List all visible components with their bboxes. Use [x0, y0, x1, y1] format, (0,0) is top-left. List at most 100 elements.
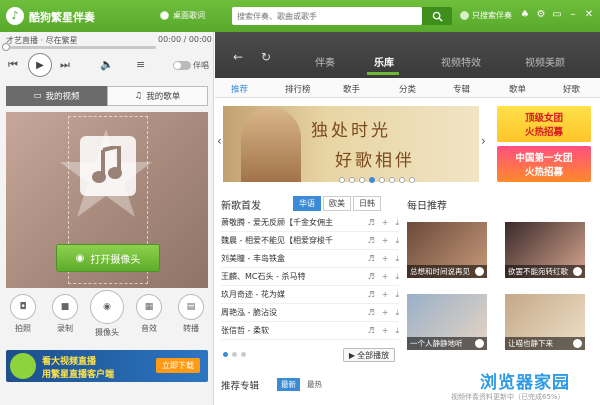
- refresh-icon[interactable]: ↻: [261, 50, 271, 64]
- tab-my-videos[interactable]: ▭ 我的视频: [6, 86, 107, 106]
- tool-photo[interactable]: ◘ 拍照: [6, 294, 40, 342]
- list-item[interactable]: 张信哲 - 柔软 ♬ + ⤓: [221, 322, 399, 340]
- download-icon[interactable]: ⤓: [395, 290, 399, 300]
- headphones-icon[interactable]: ♬: [368, 236, 375, 246]
- play-icon[interactable]: [573, 339, 582, 348]
- volume-icon[interactable]: 🔈: [100, 58, 114, 71]
- equalizer-icon[interactable]: ≡: [136, 58, 145, 71]
- headphones-icon[interactable]: ♬: [368, 254, 375, 264]
- settings-icon[interactable]: ⚙: [536, 8, 546, 22]
- headphones-icon[interactable]: ♬: [368, 218, 375, 228]
- minimize-icon[interactable]: ▭: [552, 8, 562, 22]
- tab-music-library[interactable]: 乐库: [374, 54, 394, 69]
- add-icon[interactable]: +: [382, 218, 389, 228]
- download-icon[interactable]: ⤓: [395, 236, 399, 246]
- tool-record[interactable]: ■ 录制: [48, 294, 82, 342]
- category-playlists[interactable]: 歌单: [509, 83, 526, 95]
- list-item[interactable]: 玖月奇迹 - 花为媒 ♬ + ⤓: [221, 286, 399, 304]
- list-item[interactable]: 刘美瞳 - 丰岛铁盒 ♬ + ⤓: [221, 250, 399, 268]
- tab-video-beauty[interactable]: 视频美颜: [525, 54, 565, 69]
- desk-lyrics-toggle[interactable]: 桌面歌词: [160, 10, 205, 21]
- category-singers[interactable]: 歌手: [343, 83, 360, 95]
- search-button[interactable]: [422, 7, 452, 25]
- play-icon[interactable]: [475, 267, 484, 276]
- download-icon[interactable]: ⤓: [395, 272, 399, 282]
- tab-accompaniment[interactable]: 伴奏: [315, 54, 335, 69]
- play-all-button[interactable]: ▶ 全部播放: [343, 348, 395, 362]
- pager-dot[interactable]: [223, 352, 228, 357]
- carousel-dot[interactable]: [359, 177, 365, 183]
- play-icon[interactable]: [573, 267, 582, 276]
- carousel-dot[interactable]: [349, 177, 355, 183]
- search-input[interactable]: [232, 7, 422, 25]
- headphones-icon[interactable]: ♬: [368, 308, 375, 318]
- download-icon[interactable]: ⤓: [395, 326, 399, 336]
- category-good-songs[interactable]: 好歌: [563, 83, 580, 95]
- download-icon[interactable]: ⤓: [395, 254, 399, 264]
- progress-knob[interactable]: [2, 43, 10, 51]
- add-icon[interactable]: +: [382, 236, 389, 246]
- carousel-dot[interactable]: [409, 177, 415, 183]
- category-genres[interactable]: 分类: [399, 83, 416, 95]
- tool-webcam[interactable]: ◉ 摄像头: [90, 290, 124, 342]
- headphones-icon[interactable]: ♬: [368, 272, 375, 282]
- carousel-dot[interactable]: [369, 177, 375, 183]
- carousel-prev-icon[interactable]: ‹: [217, 134, 222, 148]
- shirt-icon[interactable]: ♠: [520, 8, 530, 22]
- daily-card[interactable]: 欲罢不能宛转红歌: [505, 222, 585, 278]
- back-arrow-icon[interactable]: ←: [233, 50, 243, 64]
- carousel-dot[interactable]: [389, 177, 395, 183]
- tab-western[interactable]: 欧美: [323, 196, 351, 211]
- tab-hottest[interactable]: 最热: [303, 378, 326, 391]
- next-icon[interactable]: ⏭: [60, 58, 70, 72]
- list-item[interactable]: 魏晨 - 相爱不能见【相爱穿梭千 ♬ + ⤓: [221, 232, 399, 250]
- download-now-button[interactable]: 立即下载: [156, 358, 200, 373]
- tab-japan-korea[interactable]: 日韩: [353, 196, 381, 211]
- promo-girl-group-1[interactable]: 顶级女团 火热招募: [497, 106, 591, 142]
- daily-card[interactable]: 让喵也静下来: [505, 294, 585, 350]
- tool-sound-effect[interactable]: ▦ 音效: [132, 294, 166, 342]
- only-search-accompaniment[interactable]: 只搜索伴奏: [460, 10, 512, 21]
- category-albums[interactable]: 专辑: [453, 83, 470, 95]
- tab-latest[interactable]: 最新: [277, 378, 300, 391]
- tool-relay[interactable]: ▤ 转播: [174, 294, 208, 342]
- add-icon[interactable]: +: [382, 272, 389, 282]
- play-icon[interactable]: [475, 339, 484, 348]
- add-icon[interactable]: +: [382, 254, 389, 264]
- previous-icon[interactable]: ⏮: [8, 58, 18, 72]
- add-icon[interactable]: +: [382, 308, 389, 318]
- new-songs-title: 新歌首发: [221, 201, 261, 212]
- download-icon[interactable]: ⤓: [395, 218, 399, 228]
- progress-bar[interactable]: [2, 43, 156, 51]
- carousel-slide[interactable]: 独处时光 好歌相伴: [223, 106, 479, 182]
- carousel-dot[interactable]: [379, 177, 385, 183]
- carousel-dots: [339, 177, 415, 183]
- list-item[interactable]: 王麟、MC石头 - 杀马特 ♬ + ⤓: [221, 268, 399, 286]
- list-item[interactable]: 萧敬腾 - 爱无反顾【千金女佣主 ♬ + ⤓: [221, 214, 399, 232]
- maximize-icon[interactable]: –: [568, 8, 578, 22]
- tab-chinese[interactable]: 华语: [293, 196, 321, 211]
- promo-girl-group-2[interactable]: 中国第一女团 火热招募: [497, 146, 591, 182]
- close-icon[interactable]: ✕: [584, 8, 594, 22]
- add-icon[interactable]: +: [382, 326, 389, 336]
- daily-card[interactable]: 总想和时间说再见: [407, 222, 487, 278]
- carousel-dot[interactable]: [339, 177, 345, 183]
- accompaniment-toggle[interactable]: 伴唱: [173, 60, 209, 71]
- list-item[interactable]: 周艳泓 - 脆沾没 ♬ + ⤓: [221, 304, 399, 322]
- play-button[interactable]: ▶: [28, 53, 52, 77]
- headphones-icon[interactable]: ♬: [368, 326, 375, 336]
- download-banner[interactable]: 看大视频直播 用繁星直播客户端 立即下载: [6, 350, 208, 382]
- daily-card[interactable]: 一个人静静地听: [407, 294, 487, 350]
- headphones-icon[interactable]: ♬: [368, 290, 375, 300]
- category-recommend[interactable]: 推荐: [231, 83, 248, 95]
- carousel-next-icon[interactable]: ›: [481, 134, 486, 148]
- carousel-dot[interactable]: [399, 177, 405, 183]
- download-icon[interactable]: ⤓: [395, 308, 399, 318]
- open-camera-button[interactable]: ◉ 打开摄像头: [56, 244, 160, 272]
- add-icon[interactable]: +: [382, 290, 389, 300]
- pager-dot[interactable]: [232, 352, 237, 357]
- category-charts[interactable]: 排行榜: [285, 83, 311, 95]
- tab-my-playlists[interactable]: ♫ 我的歌单: [107, 86, 208, 106]
- pager-dot[interactable]: [241, 352, 246, 357]
- tab-video-effects[interactable]: 视频特效: [441, 54, 481, 69]
